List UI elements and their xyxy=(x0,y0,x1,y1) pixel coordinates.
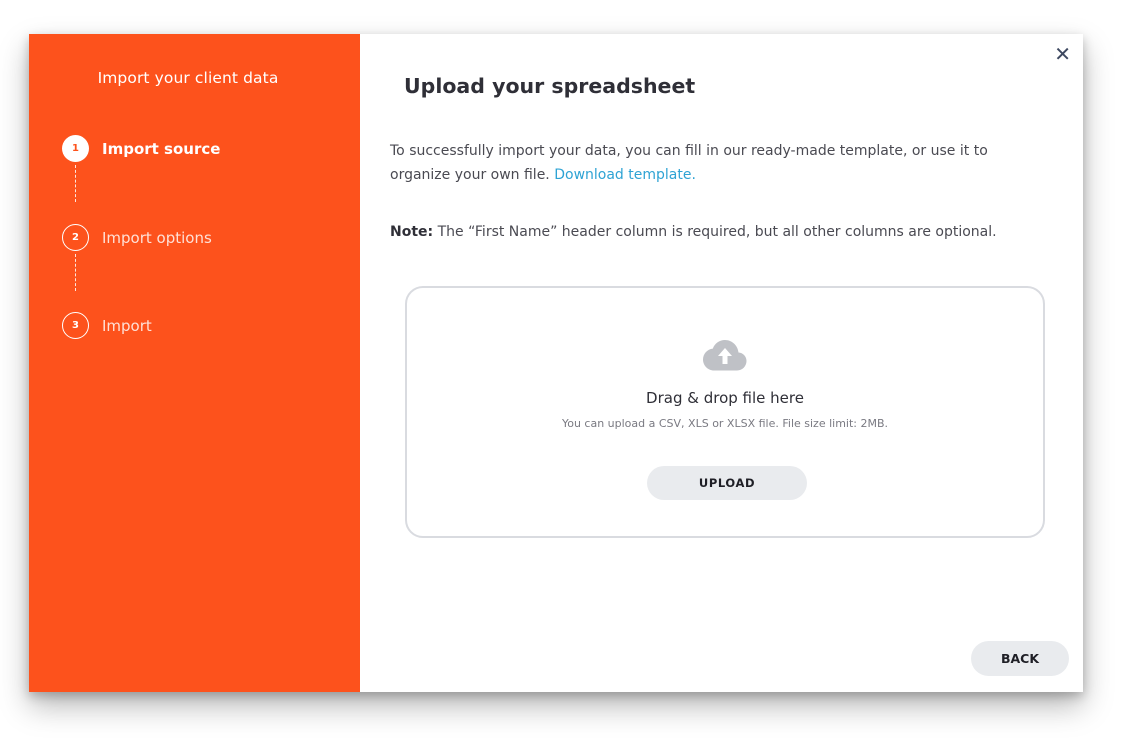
dropzone-subtitle: You can upload a CSV, XLS or XLSX file. … xyxy=(561,417,889,430)
page-title: Upload your spreadsheet xyxy=(404,74,696,98)
cloud-upload-icon xyxy=(703,340,747,371)
step-import-options[interactable]: 2 Import options xyxy=(62,224,212,251)
import-modal: Import your client data 1 Import source … xyxy=(29,34,1083,692)
note-label: Note: xyxy=(390,224,434,240)
step-number-3: 3 xyxy=(62,312,89,339)
note-text: The “First Name” header column is requir… xyxy=(437,224,997,240)
main-content: ✕ Upload your spreadsheet To successfull… xyxy=(360,34,1083,692)
intro-paragraph: To successfully import your data, you ca… xyxy=(390,139,1040,187)
back-button[interactable]: BACK xyxy=(971,641,1069,676)
step-connector xyxy=(75,165,76,202)
note-paragraph: Note: The “First Name” header column is … xyxy=(390,220,1040,244)
step-import-source[interactable]: 1 Import source xyxy=(62,135,220,162)
download-template-link[interactable]: Download template. xyxy=(554,167,696,183)
step-number-1: 1 xyxy=(62,135,89,162)
step-label-import: Import xyxy=(102,316,152,335)
close-icon[interactable]: ✕ xyxy=(1054,44,1071,64)
step-label-import-options: Import options xyxy=(102,228,212,247)
upload-button[interactable]: UPLOAD xyxy=(647,466,807,500)
step-import[interactable]: 3 Import xyxy=(62,312,152,339)
step-connector xyxy=(75,254,76,291)
step-label-import-source: Import source xyxy=(102,139,221,158)
sidebar-title: Import your client data xyxy=(97,69,279,87)
file-dropzone[interactable]: Drag & drop file here You can upload a C… xyxy=(405,286,1045,538)
sidebar: Import your client data 1 Import source … xyxy=(29,34,360,692)
dropzone-title: Drag & drop file here xyxy=(646,389,804,407)
step-number-2: 2 xyxy=(62,224,89,251)
